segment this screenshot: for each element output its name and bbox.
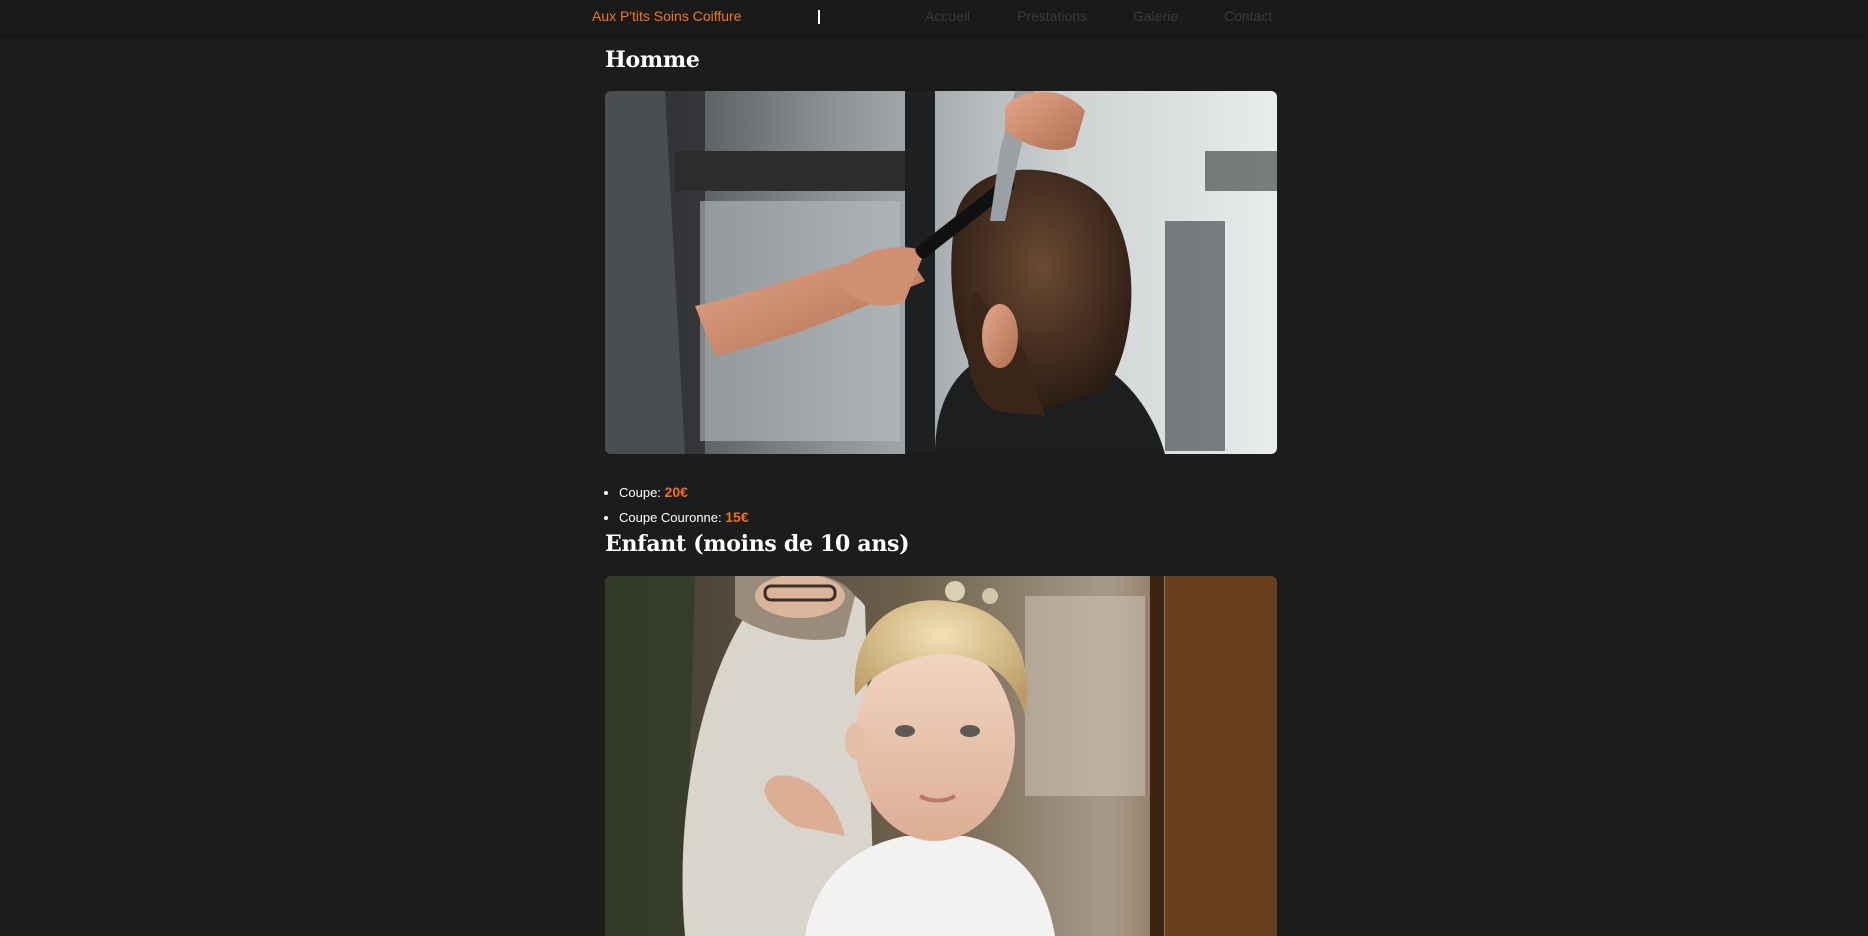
nav-link-accueil[interactable]: Accueil: [925, 8, 970, 24]
haircut-child-image: [605, 576, 1277, 936]
service-price: 15€: [725, 509, 749, 525]
top-navbar: Aux P'tits Soins Coiffure Accueil Presta…: [0, 0, 1868, 34]
section-title-homme: Homme: [605, 47, 700, 73]
homme-price-list: Coupe: 20€ Coupe Couronne: 15€: [605, 480, 749, 530]
service-price: 20€: [664, 484, 688, 500]
haircut-man-image: [605, 91, 1277, 454]
text-cursor: [818, 10, 820, 24]
list-item: Coupe: 20€: [619, 480, 749, 505]
nav-link-galerie[interactable]: Galerie: [1133, 8, 1178, 24]
section-title-enfant: Enfant (moins de 10 ans): [605, 531, 910, 557]
homme-photo: [605, 91, 1277, 454]
nav-link-prestations[interactable]: Prestations: [1017, 8, 1087, 24]
list-item: Coupe Couronne: 15€: [619, 505, 749, 530]
brand-logo-text[interactable]: Aux P'tits Soins Coiffure: [592, 8, 741, 24]
service-label: Coupe:: [619, 485, 661, 500]
nav-link-contact[interactable]: Contact: [1224, 8, 1272, 24]
service-label: Coupe Couronne:: [619, 510, 722, 525]
enfant-photo: [605, 576, 1277, 936]
